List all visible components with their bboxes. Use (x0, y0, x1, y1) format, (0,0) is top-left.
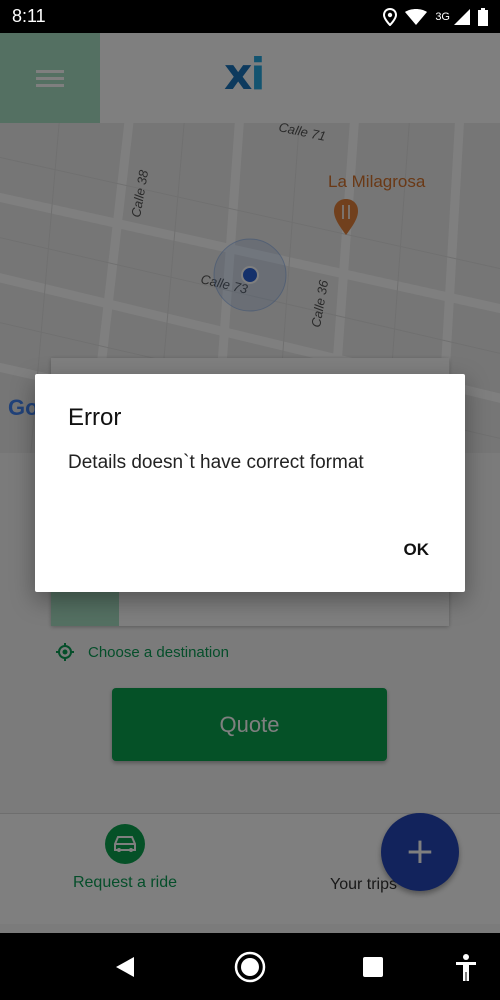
dialog-title: Error (68, 404, 122, 431)
location-icon (383, 7, 398, 26)
battery-icon (478, 7, 488, 26)
status-bar: 8:11 3G (0, 0, 500, 33)
recents-icon[interactable] (362, 956, 384, 978)
back-icon[interactable] (114, 955, 136, 979)
dialog-message: Details doesn`t have correct format (68, 452, 364, 473)
wifi-icon (405, 8, 428, 25)
home-icon[interactable] (234, 951, 266, 983)
error-dialog: Error Details doesn`t have correct forma… (35, 374, 465, 592)
android-nav-bar (0, 933, 500, 1000)
accessibility-icon[interactable] (455, 953, 477, 981)
cellular-icon (454, 8, 470, 25)
status-time: 8:11 (12, 6, 46, 26)
network-type: 3G (435, 10, 450, 23)
ok-button[interactable]: OK (404, 540, 430, 560)
status-icons: 3G (383, 7, 488, 26)
